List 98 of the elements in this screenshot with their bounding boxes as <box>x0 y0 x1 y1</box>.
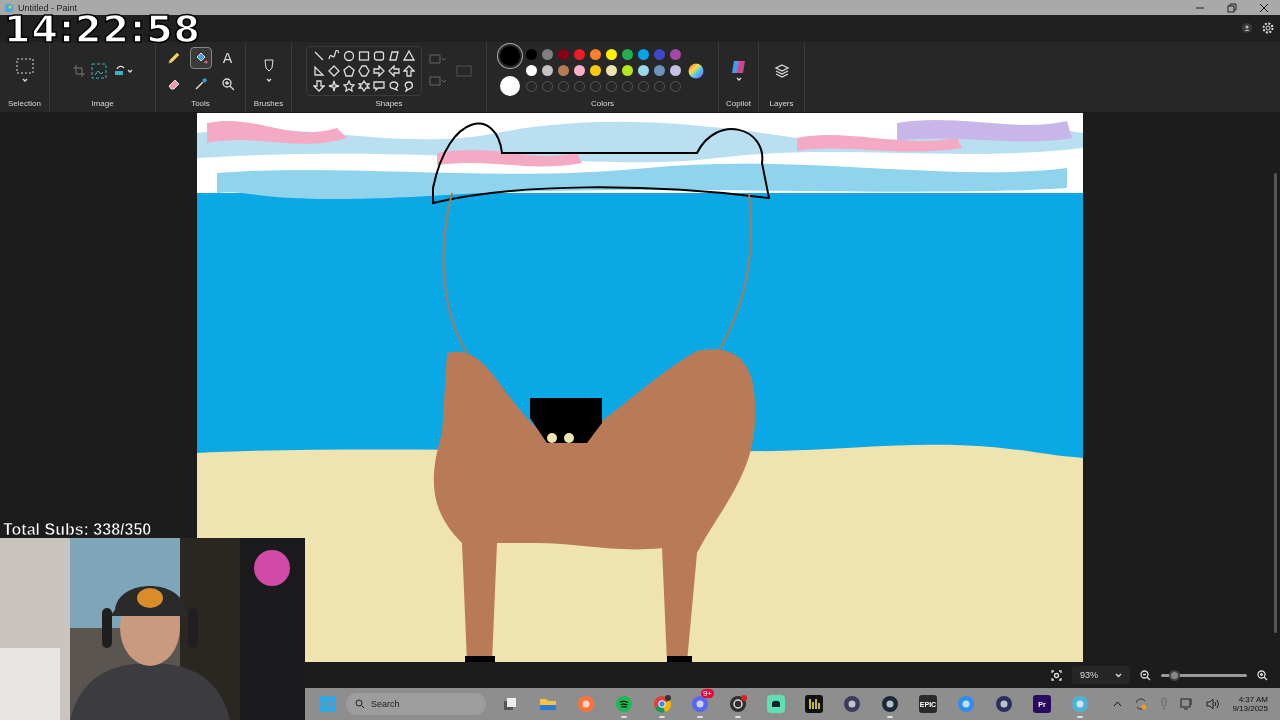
shape-icon[interactable] <box>373 79 385 92</box>
group-label: Copilot <box>726 99 751 111</box>
color-swatch[interactable] <box>638 65 649 77</box>
shape-icon[interactable] <box>403 64 415 77</box>
crop-icon[interactable] <box>72 64 85 77</box>
notification-badge: 9+ <box>700 689 714 699</box>
shape-icon[interactable] <box>313 64 325 77</box>
restore-icon <box>1227 2 1237 13</box>
clock-date: 9/13/2025 <box>1232 704 1268 714</box>
color-swatch[interactable] <box>574 65 585 77</box>
color-wheel-icon[interactable] <box>687 61 705 80</box>
shape-icon[interactable] <box>358 49 370 62</box>
group-label: Image <box>91 99 114 111</box>
shape-icon[interactable] <box>328 79 340 92</box>
color-swatch[interactable] <box>622 65 633 77</box>
spotify-icon <box>615 695 633 714</box>
color-swatch[interactable] <box>558 49 569 61</box>
group-label: Selection <box>8 99 41 111</box>
color-swatch[interactable] <box>526 49 537 61</box>
color-swatch[interactable] <box>606 65 617 77</box>
brush-icon[interactable] <box>262 57 275 84</box>
close-icon <box>1259 2 1269 13</box>
color-swatch[interactable] <box>670 65 681 77</box>
shape-icon[interactable] <box>373 49 385 62</box>
paint-app-icon <box>4 2 14 13</box>
folder-icon <box>539 696 557 713</box>
shape-icon[interactable] <box>343 49 355 62</box>
group-label: Shapes <box>375 99 403 111</box>
search-icon <box>355 699 365 710</box>
shape-icon[interactable] <box>358 64 370 77</box>
pencil-icon <box>166 50 181 65</box>
obs-icon <box>729 695 747 714</box>
color-swatch[interactable] <box>622 49 633 61</box>
windows-start-icon[interactable] <box>320 696 336 713</box>
group-label: Tools <box>191 99 210 111</box>
bars-icon <box>805 695 823 714</box>
shape-icon[interactable] <box>388 64 400 77</box>
volume-icon[interactable] <box>1206 698 1221 711</box>
chevron-up-icon[interactable] <box>1113 701 1123 708</box>
search-field[interactable]: Search <box>346 693 486 716</box>
subscriber-counter: Total Subs: 338/350 <box>3 521 152 539</box>
layers-icon[interactable] <box>773 62 790 79</box>
group-label: Colors <box>590 99 615 111</box>
shape-icon[interactable] <box>328 49 340 62</box>
settings-icon <box>1262 22 1274 35</box>
shape-icon[interactable] <box>313 79 325 92</box>
color-swatch[interactable] <box>606 49 617 61</box>
selection-icon[interactable] <box>15 57 34 84</box>
shape-icon[interactable] <box>343 64 355 77</box>
group-label: Brushes <box>253 99 284 111</box>
color-swatch[interactable] <box>654 49 665 61</box>
current-color[interactable] <box>500 45 520 66</box>
shape-icon[interactable] <box>313 49 325 62</box>
stream-timer: 14:22:58 <box>4 14 202 45</box>
shape-icon[interactable] <box>403 49 415 62</box>
zoom-dropdown[interactable]: 93% <box>1072 666 1130 685</box>
copilot-icon[interactable] <box>730 58 747 83</box>
color-swatch[interactable] <box>558 65 569 77</box>
clock-time: 4:37 AM <box>1238 695 1268 705</box>
color-swatch[interactable] <box>526 65 537 77</box>
shape-icon[interactable] <box>343 79 355 92</box>
fit-to-window-icon[interactable] <box>1051 669 1062 681</box>
color-picker-icon <box>193 76 208 91</box>
resize-icon[interactable] <box>90 62 107 79</box>
window-title: Untitled - Paint <box>18 2 78 13</box>
account-button[interactable] <box>1242 23 1252 34</box>
shape-icon[interactable] <box>373 64 385 77</box>
chat-app-icon <box>767 695 785 714</box>
color-swatch[interactable] <box>542 65 553 77</box>
rotate-icon[interactable] <box>112 64 133 77</box>
settings-button[interactable] <box>1262 22 1274 35</box>
current-color[interactable] <box>500 75 520 96</box>
color-swatch[interactable] <box>638 49 649 61</box>
chrome-icon <box>653 695 671 714</box>
color-swatch[interactable] <box>542 49 553 61</box>
task-view-icon <box>502 696 518 713</box>
color-swatch[interactable] <box>590 49 601 61</box>
group-label: Layers <box>769 99 794 111</box>
zoom-in-icon[interactable] <box>1257 669 1268 681</box>
network-icon[interactable] <box>1180 697 1195 712</box>
shape-icon[interactable] <box>403 79 415 92</box>
taskbar-app[interactable]: 9+ <box>686 689 714 720</box>
shape-icon[interactable] <box>388 79 400 92</box>
sync-icon[interactable] <box>1134 697 1149 712</box>
magnifier-icon <box>220 76 235 91</box>
color-swatch[interactable] <box>670 49 681 61</box>
color-swatch[interactable] <box>590 65 601 77</box>
shape-icon[interactable] <box>388 49 400 62</box>
account-icon <box>1242 23 1252 34</box>
chevron-down-icon <box>1115 672 1122 678</box>
shape-icon[interactable] <box>328 64 340 77</box>
color-swatch[interactable] <box>654 65 665 77</box>
tool-button[interactable] <box>189 46 212 69</box>
scrollbar[interactable] <box>1274 173 1277 634</box>
color-swatch[interactable] <box>574 49 585 61</box>
shape-icon[interactable] <box>358 79 370 92</box>
text-tool[interactable]: A <box>216 46 239 69</box>
zoom-out-icon[interactable] <box>1140 669 1151 681</box>
